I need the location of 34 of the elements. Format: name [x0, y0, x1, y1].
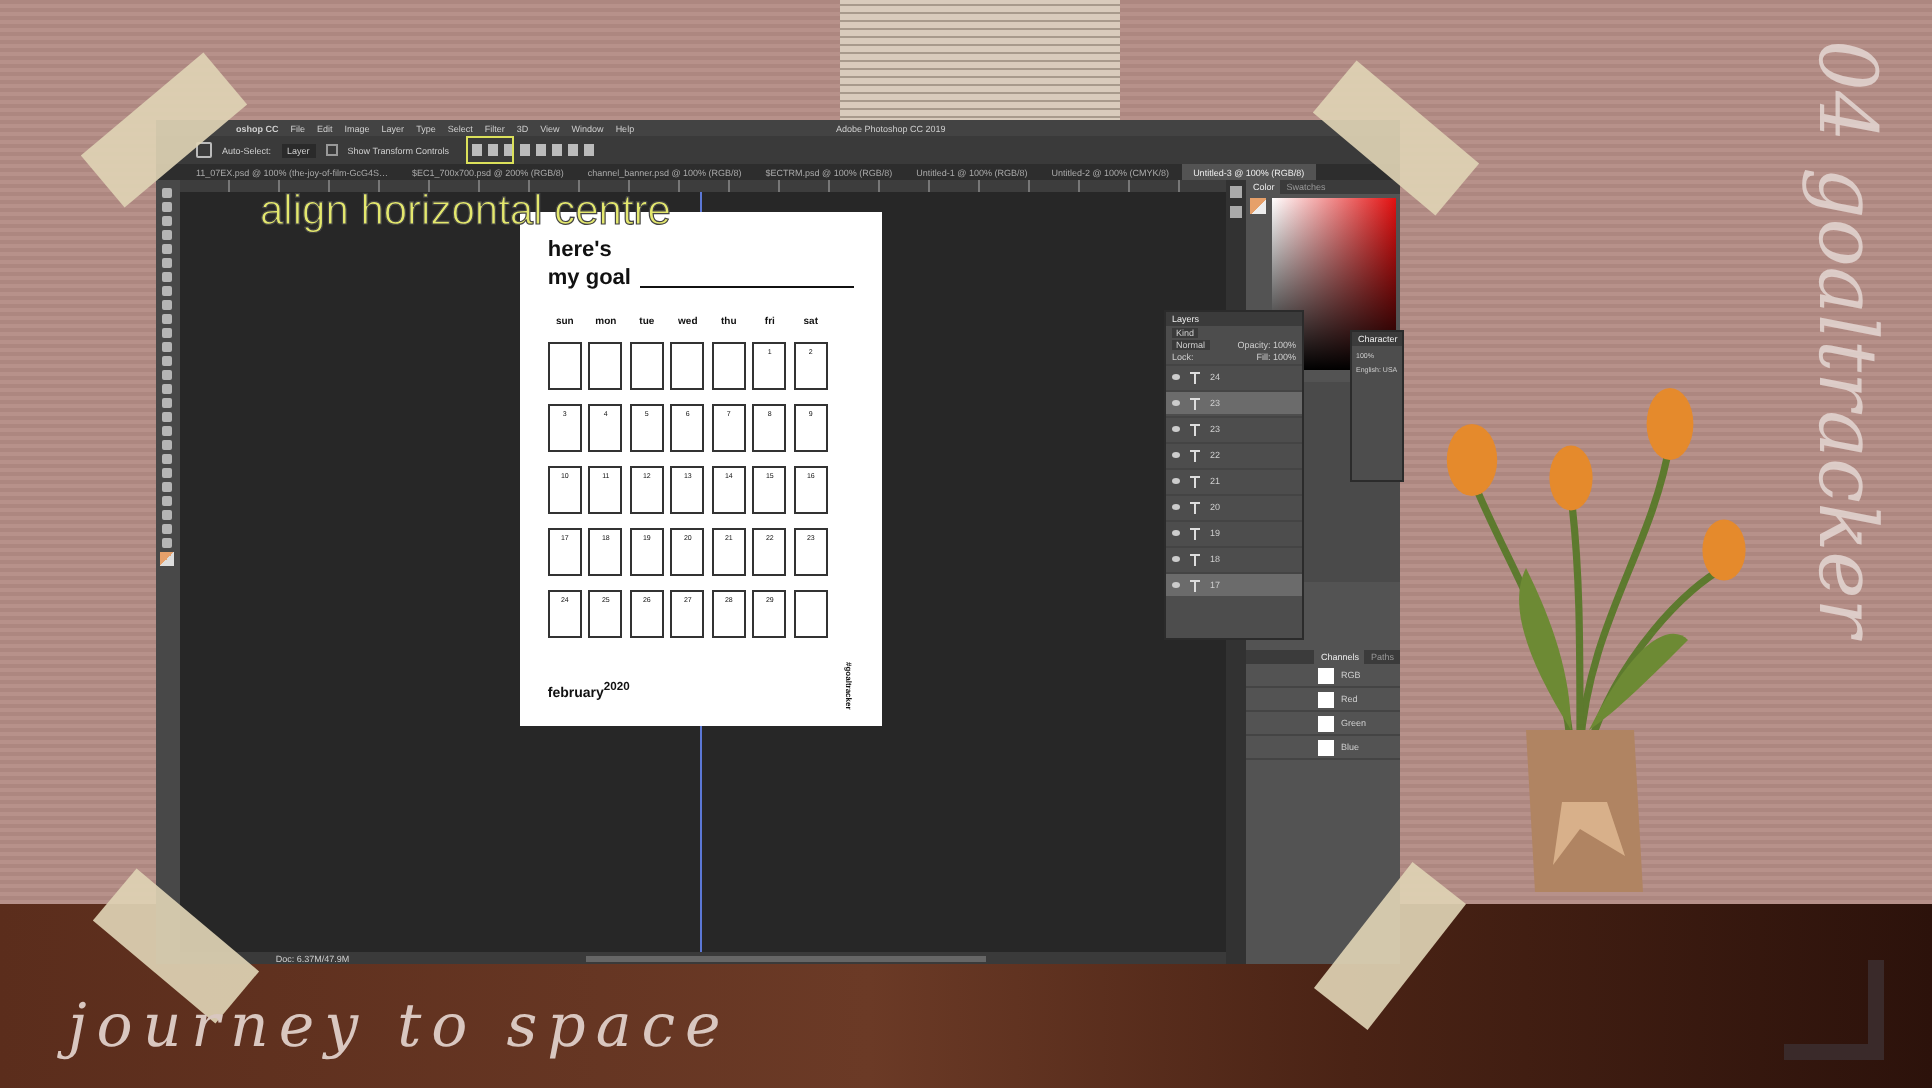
- type-layer-icon: [1190, 553, 1200, 565]
- eye-icon[interactable]: [1172, 504, 1180, 510]
- eye-icon[interactable]: [1172, 374, 1180, 380]
- heading: my goal: [547, 264, 631, 292]
- series-script: 04 goaltracker: [1800, 40, 1892, 637]
- color-swatch-icon[interactable]: [1250, 198, 1267, 214]
- day-box: [711, 342, 746, 390]
- eye-icon[interactable]: [1172, 426, 1180, 432]
- type-layer-icon: [1190, 579, 1200, 591]
- type-layer-icon: [1190, 527, 1200, 539]
- eye-icon[interactable]: [1172, 400, 1180, 406]
- day-box: [588, 342, 623, 390]
- heading: here's: [547, 236, 614, 264]
- highlight-frame: [465, 136, 514, 164]
- scrollbar[interactable]: [585, 955, 986, 961]
- title-script: journey to space: [60, 988, 751, 1068]
- eye-icon[interactable]: [1172, 582, 1180, 588]
- type-layer-icon: [1190, 397, 1200, 409]
- eye-icon[interactable]: [1172, 478, 1180, 484]
- day-box: [547, 342, 582, 390]
- corner-bracket-icon: [1784, 960, 1884, 1060]
- eye-icon[interactable]: [1172, 452, 1180, 458]
- type-layer-icon: [1190, 475, 1200, 487]
- color-swatch-icon[interactable]: [160, 552, 175, 566]
- day-box: [670, 342, 705, 390]
- type-layer-icon: [1190, 423, 1200, 435]
- day-box: [793, 590, 828, 638]
- type-layer-icon: [1190, 449, 1200, 461]
- type-layer-icon: [1190, 371, 1200, 383]
- day-box: [629, 342, 664, 390]
- show-transform-checkbox[interactable]: [325, 144, 338, 156]
- eye-icon[interactable]: [1172, 530, 1180, 536]
- eye-icon[interactable]: [1172, 556, 1180, 562]
- type-layer-icon: [1190, 501, 1200, 513]
